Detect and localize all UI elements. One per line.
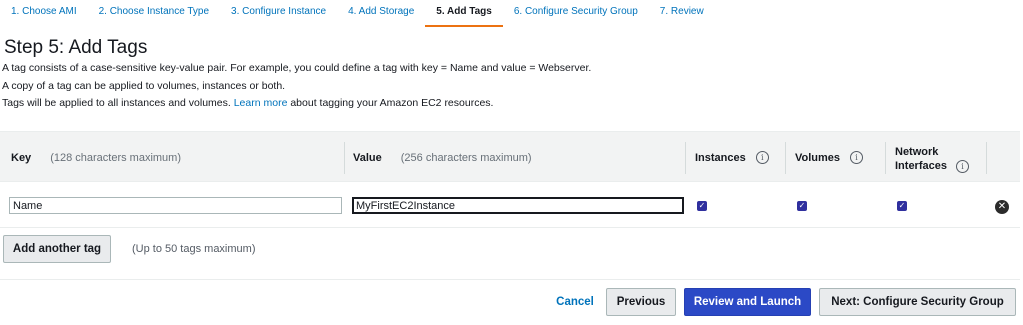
- value-column-header: Value (256 characters maximum): [344, 132, 684, 183]
- key-header-label: Key: [11, 151, 32, 164]
- learn-more-link[interactable]: Learn more: [234, 97, 288, 109]
- description-line-3-text: Tags will be applied to all instances an…: [2, 97, 234, 109]
- network-header-line-2: Interfaces: [895, 159, 947, 172]
- tag-limit-note: (Up to 50 tags maximum): [132, 243, 256, 255]
- column-divider: [885, 142, 886, 174]
- tag-value-input[interactable]: [352, 197, 684, 214]
- tab-add-storage[interactable]: 4. Add Storage: [337, 0, 425, 27]
- description-line-3-suffix: about tagging your Amazon EC2 resources.: [287, 97, 494, 109]
- tag-key-input[interactable]: [9, 197, 342, 214]
- volumes-header-label: Volumes: [795, 151, 841, 164]
- next-configure-security-group-button[interactable]: Next: Configure Security Group: [819, 288, 1016, 316]
- column-divider: [685, 142, 686, 174]
- instances-column-header: Instances i: [685, 132, 785, 183]
- value-header-label: Value: [353, 151, 382, 164]
- info-icon[interactable]: i: [850, 151, 864, 164]
- tab-configure-security-group[interactable]: 6. Configure Security Group: [503, 0, 649, 27]
- info-icon[interactable]: i: [955, 159, 969, 173]
- volumes-column-header: Volumes i: [785, 132, 885, 183]
- cancel-button[interactable]: Cancel: [551, 290, 599, 314]
- column-divider: [785, 142, 786, 174]
- description-line-2: A copy of a tag can be applied to volume…: [2, 80, 286, 92]
- tab-choose-ami[interactable]: 1. Choose AMI: [0, 0, 88, 27]
- value-header-hint: (256 characters maximum): [400, 151, 532, 164]
- description-line-1: A tag consists of a case-sensitive key-v…: [2, 62, 592, 74]
- network-interfaces-checkbox[interactable]: ✓: [897, 201, 907, 211]
- review-and-launch-button[interactable]: Review and Launch: [684, 288, 811, 316]
- key-header-hint: (128 characters maximum): [50, 151, 182, 164]
- tab-configure-instance[interactable]: 3. Configure Instance: [220, 0, 337, 27]
- tab-choose-instance-type[interactable]: 2. Choose Instance Type: [88, 0, 220, 27]
- key-column-header: Key (128 characters maximum): [11, 132, 181, 183]
- network-interfaces-column-header: Network Interfaces i: [885, 132, 987, 183]
- description-line-3: Tags will be applied to all instances an…: [2, 97, 493, 109]
- instances-header-label: Instances: [695, 151, 746, 164]
- volumes-checkbox[interactable]: ✓: [797, 201, 807, 211]
- table-row: ✓ ✓ ✓ ✕: [0, 190, 1020, 228]
- add-another-tag-button[interactable]: Add another tag: [3, 235, 111, 263]
- previous-button[interactable]: Previous: [606, 288, 676, 316]
- add-tag-row: Add another tag (Up to 50 tags maximum): [0, 235, 1020, 280]
- instances-checkbox[interactable]: ✓: [697, 201, 707, 211]
- remove-tag-icon[interactable]: ✕: [995, 200, 1009, 214]
- tab-review[interactable]: 7. Review: [649, 0, 715, 27]
- tab-add-tags[interactable]: 5. Add Tags: [425, 0, 503, 27]
- column-divider: [344, 142, 345, 174]
- network-header-line-1: Network: [895, 145, 939, 158]
- info-icon[interactable]: i: [755, 151, 769, 164]
- page-title: Step 5: Add Tags: [4, 37, 148, 58]
- wizard-steps: 1. Choose AMI 2. Choose Instance Type 3.…: [0, 0, 715, 27]
- network-interfaces-header-label: Network Interfaces i: [895, 145, 969, 173]
- tags-table-header: Key (128 characters maximum) Value (256 …: [0, 131, 1020, 182]
- column-divider: [986, 142, 987, 174]
